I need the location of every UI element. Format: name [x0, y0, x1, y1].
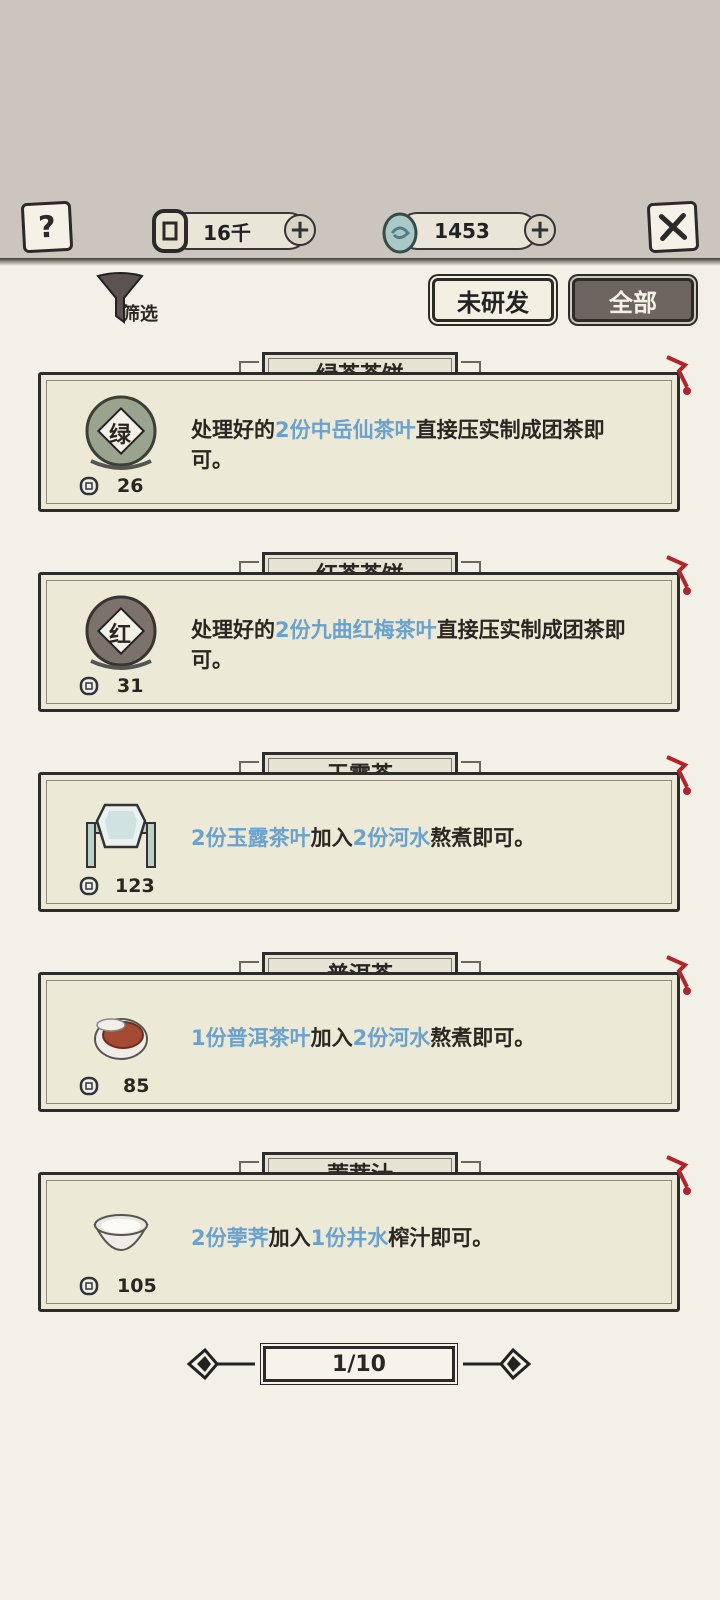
desc-ingredient: 1份普洱茶叶	[191, 1026, 311, 1050]
desc-ingredient: 2份河水	[352, 1026, 431, 1050]
tab-all[interactable]: 全部	[572, 278, 694, 322]
pagination: 1/10	[183, 1342, 535, 1386]
coin-icon	[79, 676, 99, 696]
desc-text: 处理好的	[191, 418, 275, 442]
recipe-price-5: 105	[79, 1275, 157, 1297]
water-chestnut-juice-bowl-icon	[81, 1195, 161, 1275]
pin-icon	[666, 955, 691, 995]
add-jade-button[interactable]: +	[524, 214, 556, 246]
next-page-arrow-icon[interactable]	[461, 1344, 535, 1384]
copper-coin-icon	[148, 206, 192, 256]
recipe-desc-3: 2份玉露茶叶加入2份河水熬煮即可。	[191, 823, 641, 853]
recipe-price-4: 85	[79, 1075, 149, 1097]
recipe-card-1[interactable]: 绿 26 处理好的2份中岳仙茶叶直接压实制成团茶即可。	[38, 355, 691, 512]
filter-label: 筛选	[122, 304, 158, 325]
pin-icon	[666, 1155, 691, 1195]
pin-icon	[666, 755, 691, 795]
recipe-price-2: 31	[79, 675, 143, 697]
prev-page-arrow-icon[interactable]	[183, 1344, 257, 1384]
tab-undeveloped[interactable]: 未研发	[432, 278, 554, 322]
desc-text: 榨汁即可。	[388, 1226, 494, 1250]
desc-text: 加入	[268, 1226, 311, 1250]
page-indicator: 1/10	[263, 1346, 455, 1382]
desc-text: 加入	[310, 1026, 353, 1050]
coin-icon	[79, 1076, 99, 1096]
help-button[interactable]: ?	[20, 200, 74, 254]
desc-ingredient: 1份井水	[310, 1226, 389, 1250]
desc-ingredient: 2份河水	[352, 826, 431, 850]
tea-cake-seal: 绿	[109, 423, 132, 448]
jade-icon	[378, 206, 422, 256]
top-band-edge	[0, 258, 720, 266]
recipe-desc-2: 处理好的2份九曲红梅茶叶直接压实制成团茶即可。	[191, 615, 641, 675]
coin-icon	[79, 1276, 99, 1296]
puer-tea-cup-icon	[81, 995, 161, 1075]
recipe-card-3[interactable]: 123 2份玉露茶叶加入2份河水熬煮即可。	[38, 755, 691, 912]
desc-text: 熬煮即可。	[430, 1026, 536, 1050]
recipe-card-4[interactable]: 85 1份普洱茶叶加入2份河水熬煮即可。	[38, 955, 691, 1112]
desc-ingredient: 2份荸荠	[191, 1226, 269, 1250]
recipe-card-2[interactable]: 红 31 处理好的2份九曲红梅茶叶直接压实制成团茶即可。	[38, 555, 691, 712]
price-value: 105	[117, 1275, 157, 1297]
close-x-icon	[658, 212, 688, 242]
filter-button[interactable]: 筛选	[96, 272, 176, 326]
recipe-price-1: 26	[79, 475, 143, 497]
tea-cake-seal: 红	[109, 623, 132, 648]
recipe-desc-4: 1份普洱茶叶加入2份河水熬煮即可。	[191, 1023, 641, 1053]
pin-icon	[666, 555, 691, 595]
desc-text: 处理好的	[191, 618, 275, 642]
coin-icon	[79, 876, 99, 896]
add-copper-button[interactable]: +	[284, 214, 316, 246]
plus-icon: +	[529, 215, 551, 245]
recipe-desc-5: 2份荸荠加入1份井水榨汁即可。	[191, 1223, 641, 1253]
recipe-desc-1: 处理好的2份中岳仙茶叶直接压实制成团茶即可。	[191, 415, 641, 475]
price-value: 123	[115, 875, 155, 897]
question-icon: ?	[37, 209, 57, 245]
close-button[interactable]	[646, 200, 700, 254]
desc-ingredient: 2份玉露茶叶	[191, 826, 311, 850]
yulu-tea-cup-icon	[81, 795, 161, 875]
desc-ingredient: 2份中岳仙茶叶	[275, 418, 416, 442]
price-value: 31	[117, 675, 144, 697]
pin-icon	[666, 355, 691, 395]
green-tea-cake-icon: 绿	[81, 395, 161, 475]
plus-icon: +	[289, 215, 311, 245]
black-tea-cake-icon: 红	[81, 595, 161, 675]
recipe-price-3: 123	[79, 875, 155, 897]
price-value: 85	[123, 1075, 150, 1097]
recipe-card-5[interactable]: 105 2份荸荠加入1份井水榨汁即可。	[38, 1155, 691, 1312]
top-band	[0, 0, 720, 262]
desc-text: 加入	[310, 826, 353, 850]
coin-icon	[79, 476, 99, 496]
price-value: 26	[117, 475, 144, 497]
desc-ingredient: 2份九曲红梅茶叶	[275, 618, 437, 642]
desc-text: 熬煮即可。	[430, 826, 536, 850]
